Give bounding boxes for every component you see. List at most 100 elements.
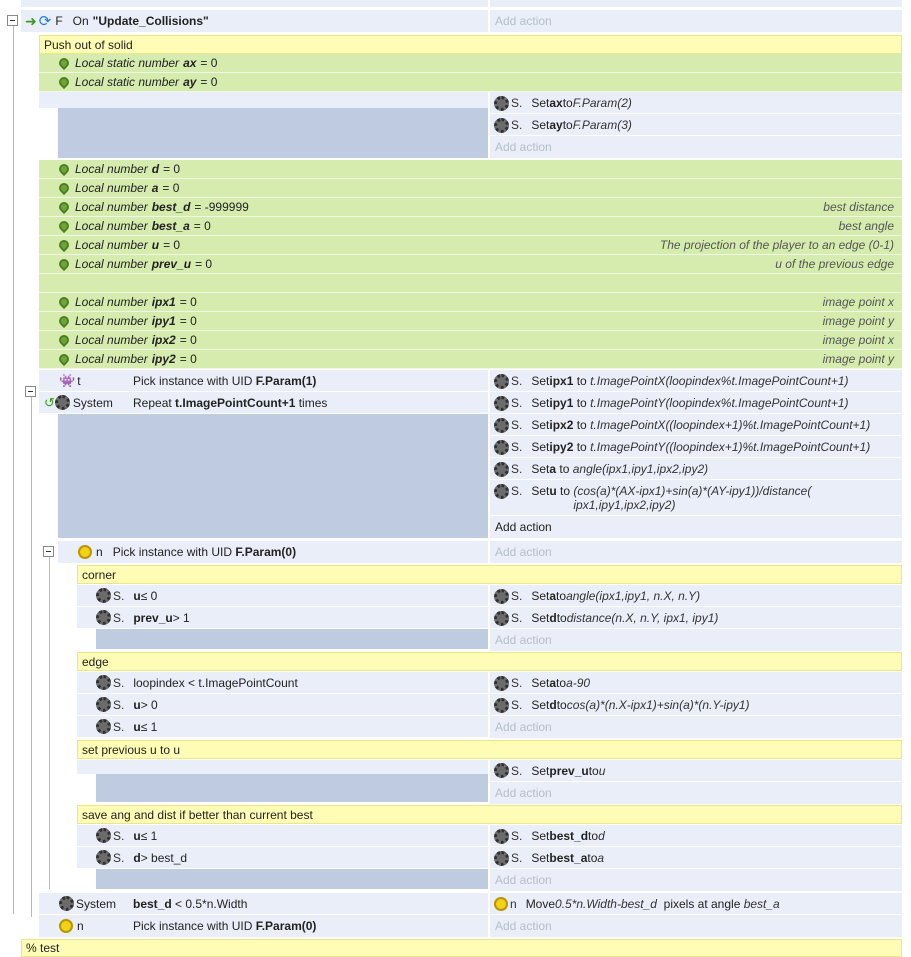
action-expression: t.ImagePointY(loopindex%t.ImagePointCoun… bbox=[590, 396, 849, 410]
comment[interactable]: save ang and dist if better than current… bbox=[77, 805, 902, 824]
system-label: S. bbox=[113, 675, 125, 690]
action-row[interactable]: S. Set d to cos(a)*(n.X-ipx1)+sin(a)*(n.Y… bbox=[490, 694, 902, 716]
gear-icon bbox=[54, 395, 70, 410]
action-row[interactable]: S. Set ipx2 to t.ImagePointX((loopindex+1… bbox=[490, 414, 902, 436]
action-set-prev-u[interactable]: S. Set prev_u to u bbox=[490, 760, 902, 782]
system-label: S. bbox=[511, 589, 523, 603]
variable-pin-icon bbox=[56, 294, 72, 310]
action-move[interactable]: n Move 0.5*n.Width-best_d pixels at angl… bbox=[490, 893, 902, 915]
condition-repeat[interactable]: ↺ System Repeat t.ImagePointCount+1 time… bbox=[39, 392, 488, 414]
condition-best-d[interactable]: System best_d < 0.5*n.Width bbox=[39, 893, 488, 915]
variable-row[interactable]: Local number d = 0 bbox=[39, 160, 902, 179]
previous-event-row bbox=[21, 0, 488, 7]
variable-row[interactable]: Local number ipx2 = 0 image point x bbox=[39, 331, 902, 350]
add-action-link[interactable]: Add action bbox=[490, 10, 902, 32]
variable-keyword: Local number bbox=[75, 257, 148, 271]
variable-row[interactable]: Local number ipy1 = 0 image point y bbox=[39, 312, 902, 331]
previous-event-actions bbox=[490, 0, 902, 7]
variable-row[interactable]: Local number best_a = 0 best angle bbox=[39, 217, 902, 236]
action-row[interactable]: S. Set best_a to a bbox=[490, 847, 902, 869]
action-row[interactable]: S. Set ipx1 to t.ImagePointX(loopindex%t.… bbox=[490, 370, 902, 392]
condition-row[interactable]: S. u ≤ 1 bbox=[77, 825, 488, 847]
event-conditions-empty[interactable] bbox=[39, 92, 488, 108]
action-row[interactable]: S. Set ipy1 to t.ImagePointY(loopindex%t.… bbox=[490, 392, 902, 414]
action-text: to bbox=[562, 96, 573, 110]
condition-pick-t[interactable]: 👾 t Pick instance with UID F.Param(1) bbox=[39, 370, 488, 392]
action-expression: a-90 bbox=[566, 676, 591, 690]
event-conditions-empty[interactable] bbox=[77, 760, 488, 774]
add-action-link[interactable]: Add action bbox=[490, 915, 902, 937]
add-action-link[interactable]: Add action bbox=[490, 782, 902, 804]
variable-keyword: Local number bbox=[75, 200, 148, 214]
variable-pin-icon bbox=[56, 218, 72, 234]
variable-value: = 0 bbox=[179, 333, 197, 347]
variable-row[interactable]: Local static number ax = 0 bbox=[39, 54, 902, 73]
variable-value: = 0 bbox=[195, 257, 213, 271]
action-row[interactable]: S. Set d to distance(n.X, n.Y, ipx1, ipy1… bbox=[490, 607, 902, 629]
system-label: S. bbox=[511, 851, 523, 865]
condition-text: > best_d bbox=[140, 850, 188, 865]
event-header[interactable]: ➜ ⟳ F On "Update_Collisions" bbox=[21, 10, 488, 32]
local-variable-list: Local number ipx1 = 0 image point x Local nu… bbox=[39, 293, 902, 369]
add-action-link[interactable]: Add action bbox=[490, 716, 902, 738]
add-action-link[interactable]: Add action bbox=[490, 541, 902, 563]
local-variable-list: Local number d = 0 Local number a = 0 Local nu… bbox=[39, 160, 902, 274]
condition-pick-n[interactable]: n Pick instance with UID F.Param(0) bbox=[58, 541, 488, 563]
action-text: Set bbox=[531, 440, 550, 454]
system-label: S. bbox=[511, 396, 523, 410]
condition-row[interactable]: S. u ≤ 1 bbox=[77, 716, 488, 738]
object-n-icon bbox=[494, 896, 508, 911]
action-variable: prev_u bbox=[549, 763, 589, 778]
action-variable: a bbox=[549, 462, 557, 476]
system-label: S. bbox=[511, 829, 523, 843]
action-row[interactable]: S. Set a to angle(ipx1,ipy1,ipx2,ipy2) bbox=[490, 458, 902, 480]
condition-pick-n[interactable]: n Pick instance with UID F.Param(0) bbox=[39, 915, 488, 937]
variable-row[interactable]: Local static number ay = 0 bbox=[39, 73, 902, 92]
collapse-toggle[interactable] bbox=[7, 15, 18, 26]
collapse-toggle[interactable] bbox=[43, 546, 54, 557]
variable-keyword: Local static number bbox=[75, 75, 180, 89]
condition-variable: u bbox=[133, 697, 141, 712]
action-text: Set bbox=[531, 484, 550, 498]
variable-pin-icon bbox=[56, 332, 72, 348]
variable-row[interactable]: Local number best_d = -999999 best distance bbox=[39, 198, 902, 217]
action-row[interactable]: S. Set ay to F.Param(3) bbox=[490, 114, 902, 136]
gear-icon bbox=[96, 719, 111, 734]
variable-row[interactable]: Local number u = 0 The projection of the pl… bbox=[39, 236, 902, 255]
variable-row[interactable]: Local number prev_u = 0 u of the previous e… bbox=[39, 255, 902, 274]
action-text: Set bbox=[531, 396, 550, 410]
system-label: S. bbox=[511, 763, 523, 778]
add-action-link[interactable]: Add action bbox=[490, 516, 902, 538]
comment[interactable]: Push out of solid bbox=[39, 35, 902, 54]
add-action-link[interactable]: Add action bbox=[490, 136, 902, 158]
action-row[interactable]: S. Set best_d to d bbox=[490, 825, 902, 847]
comment[interactable]: set previous u to u bbox=[77, 740, 902, 759]
condition-row[interactable]: S. u ≤ 0 bbox=[77, 585, 488, 607]
condition-param: F.Param(0) bbox=[235, 545, 297, 559]
condition-row[interactable]: S. d > best_d bbox=[77, 847, 488, 869]
variable-row[interactable]: Local number a = 0 bbox=[39, 179, 902, 198]
trigger-prefix: On bbox=[72, 14, 89, 28]
action-expression: ipx1,ipy1,ipx2,ipy2) bbox=[573, 498, 676, 512]
add-action-link[interactable]: Add action bbox=[490, 869, 902, 891]
condition-row[interactable]: S. prev_u > 1 bbox=[77, 607, 488, 629]
add-action-link[interactable]: Add action bbox=[490, 629, 902, 651]
action-row[interactable]: S. Set u to (cos(a)*(AX-ipx1)+sin(a)*(AY-… bbox=[490, 480, 902, 516]
action-row[interactable]: S. Set a to a-90 bbox=[490, 672, 902, 694]
variable-comment: best angle bbox=[838, 219, 894, 233]
action-row[interactable]: S. Set a to angle(ipx1,ipy1, n.X, n.Y) bbox=[490, 585, 902, 607]
variable-keyword: Local number bbox=[75, 314, 148, 328]
action-text: to bbox=[562, 118, 573, 132]
condition-row[interactable]: S. loopindex < t.ImagePointCount bbox=[77, 672, 488, 694]
comment[interactable]: corner bbox=[77, 565, 902, 584]
comment[interactable]: % test bbox=[21, 939, 902, 957]
variable-row[interactable]: Local number ipx1 = 0 image point x bbox=[39, 293, 902, 312]
collapse-toggle[interactable] bbox=[25, 386, 36, 397]
condition-text: ≤ 1 bbox=[140, 719, 158, 734]
action-row[interactable]: S. Set ax to F.Param(2) bbox=[490, 92, 902, 114]
action-row[interactable]: S. Set ipy2 to t.ImagePointY((loopindex+1… bbox=[490, 436, 902, 458]
comment[interactable]: edge bbox=[77, 652, 902, 671]
gear-icon bbox=[494, 589, 509, 604]
variable-row[interactable]: Local number ipy2 = 0 image point y bbox=[39, 350, 902, 369]
condition-row[interactable]: S. u > 0 bbox=[77, 694, 488, 716]
